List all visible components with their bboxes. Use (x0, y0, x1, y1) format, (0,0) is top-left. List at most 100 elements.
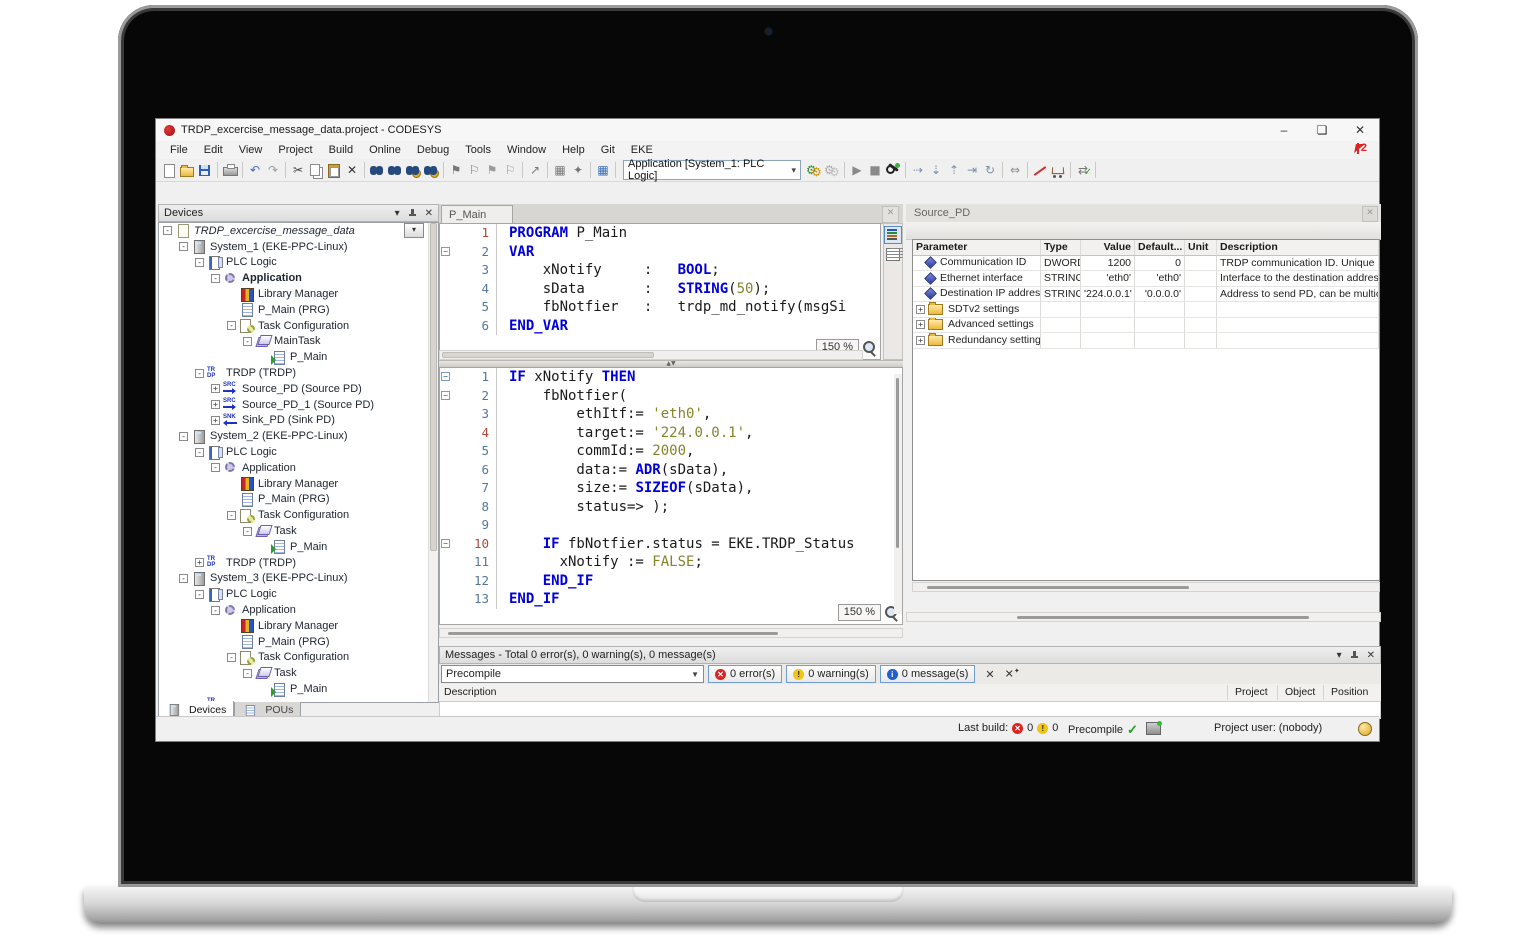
zoom-magnifier-icon[interactable] (862, 340, 877, 355)
implementation-hscrollbar[interactable] (439, 628, 903, 638)
code-line[interactable]: 5 commId:= 2000, (440, 442, 902, 461)
step-out-icon[interactable]: ⇡ (946, 163, 962, 178)
tree-item-application[interactable]: -Application (159, 460, 438, 476)
code-line[interactable]: −2VAR (440, 243, 880, 262)
editor-tab-close-icon[interactable]: ✕ (882, 206, 899, 223)
tree-item-plc-logic[interactable]: -PLC Logic (159, 586, 438, 602)
row-expander[interactable]: + (916, 336, 925, 345)
tree-expander[interactable]: + (195, 558, 204, 567)
tree-item-source-pd-source-pd-[interactable]: +SRCSource_PD (Source PD) (159, 381, 438, 397)
tree-expander[interactable]: - (195, 590, 204, 599)
tree-item-maintask[interactable]: -MainTask (159, 334, 438, 350)
column-header-parameter[interactable]: Parameter (913, 240, 1041, 256)
insert-table-icon[interactable]: ▦ (552, 163, 568, 178)
tab-p-main[interactable]: P_Main (441, 205, 513, 223)
tree-expander[interactable]: - (179, 242, 188, 251)
code-line[interactable]: 8 status=> ); (440, 498, 902, 517)
run-to-line-icon[interactable]: ⇥ (964, 163, 980, 178)
tree-item-task-configuration[interactable]: -Task Configuration (159, 507, 438, 523)
tree-item-system-3-eke-ppc-linux-[interactable]: -System_3 (EKE-PPC-Linux) (159, 571, 438, 587)
code-line[interactable]: −10 IF fbNotfier.status = EKE.TRDP_Statu… (440, 535, 902, 554)
restart-icon[interactable]: ↻ (982, 163, 998, 178)
login-icon[interactable]: ⚙⚙ (806, 163, 822, 178)
notification-badge[interactable]: 2 (1355, 142, 1367, 154)
tree-expander[interactable]: - (227, 653, 236, 662)
source-pd-hscrollbar[interactable] (906, 612, 1381, 622)
gateway-icon[interactable] (1146, 722, 1161, 735)
simulation-icon[interactable] (1032, 163, 1048, 178)
parameter-row-communication-id[interactable]: Communication IDDWORD12000TRDP communica… (913, 256, 1379, 272)
column-header-description[interactable]: Description (1217, 240, 1379, 256)
code-line[interactable]: 3 xNotify : BOOL; (440, 261, 880, 280)
tree-expander[interactable]: - (227, 321, 236, 330)
messages-pin-icon[interactable] (1350, 651, 1359, 660)
tree-expander[interactable]: - (211, 606, 220, 615)
column-header-value[interactable]: Value (1081, 240, 1135, 256)
textual-view-button[interactable] (884, 226, 902, 244)
parameter-table-hscrollbar[interactable] (912, 582, 1380, 592)
tree-item-task[interactable]: -Task (159, 665, 438, 681)
tree-item-task-configuration[interactable]: -Task Configuration (159, 318, 438, 334)
menu-project[interactable]: Project (270, 144, 320, 156)
declaration-editor[interactable]: 150 % 1PROGRAM P_Main−2VAR3 xNotify : BO… (439, 223, 881, 360)
paste-icon[interactable] (326, 163, 342, 178)
new-file-icon[interactable] (161, 163, 177, 178)
profile-globe-icon[interactable] (1358, 722, 1372, 736)
find-icon[interactable] (369, 163, 385, 178)
parameter-row-redundancy-settings[interactable]: +Redundancy settings (913, 333, 1379, 349)
errors-filter-button[interactable]: ✕0 error(s) (708, 665, 782, 683)
messages-filter-button[interactable]: i0 message(s) (880, 665, 976, 683)
tree-item-p-main-prg-[interactable]: P_Main (PRG) (159, 492, 438, 508)
column-header-type[interactable]: Type (1041, 240, 1081, 256)
incremental-search-icon[interactable] (387, 163, 403, 178)
schedule-icon[interactable]: ▦ (595, 163, 611, 178)
clear-messages-icon[interactable]: ✕ (985, 668, 994, 681)
parameter-row-destination-ip-address[interactable]: Destination IP addressSTRING'224.0.0.1''… (913, 287, 1379, 303)
tree-expander[interactable]: + (211, 400, 220, 409)
code-line[interactable]: 13END_IF (440, 590, 902, 609)
step-over-icon[interactable]: ⇢ (910, 163, 926, 178)
tree-expander[interactable]: + (211, 416, 220, 425)
logout-icon[interactable]: ⚙⚙ (824, 163, 840, 178)
tree-expander[interactable]: - (227, 511, 236, 520)
tree-item-sink-pd-sink-pd-[interactable]: +SNKSink_PD (Sink PD) (159, 413, 438, 429)
tree-expander[interactable]: - (243, 669, 252, 678)
maximize-button[interactable]: ❏ (1303, 119, 1341, 141)
tree-expander[interactable]: - (195, 448, 204, 457)
redo-icon[interactable]: ↷ (265, 163, 281, 178)
menu-window[interactable]: Window (499, 144, 554, 156)
tree-item-p-main-prg-[interactable]: P_Main (PRG) (159, 634, 438, 650)
menu-eke[interactable]: EKE (623, 144, 661, 156)
menu-view[interactable]: View (231, 144, 271, 156)
tree-item-source-pd-1-source-pd-[interactable]: +SRCSource_PD_1 (Source PD) (159, 397, 438, 413)
tree-item-plc-logic[interactable]: -PLC Logic (159, 255, 438, 271)
tree-item-p-main[interactable]: P_Main (159, 539, 438, 555)
menu-build[interactable]: Build (321, 144, 361, 156)
code-line[interactable]: 5 fbNotfier : trdp_md_notify(msgSi (440, 298, 880, 317)
menu-edit[interactable]: Edit (196, 144, 231, 156)
tree-item-plc-logic[interactable]: -PLC Logic (159, 444, 438, 460)
implementation-vscrollbar[interactable] (894, 374, 902, 614)
tree-item-trdp-trdp-[interactable]: +TRDPTRDP (TRDP) (159, 555, 438, 571)
bookmark-next-icon[interactable]: ⚑ (484, 163, 500, 178)
refactor-check-icon[interactable]: ⇄✓ (1075, 163, 1091, 178)
code-line[interactable]: 1PROGRAM P_Main (440, 224, 880, 243)
pin-icon[interactable] (408, 209, 417, 218)
message-category-combo[interactable]: Precompile▼ (441, 665, 704, 683)
tree-expander[interactable]: - (211, 274, 220, 283)
code-line[interactable]: −1IF xNotify THEN (440, 368, 902, 387)
code-line[interactable]: 3 ethItf:= 'eth0', (440, 405, 902, 424)
declaration-hscrollbar[interactable] (439, 350, 863, 360)
delete-icon[interactable]: ✕ (344, 163, 360, 178)
source-pd-tab-close-icon[interactable]: ✕ (1362, 206, 1378, 222)
messages-dropdown-icon[interactable]: ▾ (1337, 650, 1342, 661)
code-line[interactable]: 11 xNotify := FALSE; (440, 553, 902, 572)
tree-item-application[interactable]: -Application (159, 602, 438, 618)
tree-item-library-manager[interactable]: Library Manager (159, 618, 438, 634)
copy-icon[interactable] (308, 163, 324, 178)
column-header-default[interactable]: Default... (1135, 240, 1185, 256)
tree-item-p-main-prg-[interactable]: P_Main (PRG) (159, 302, 438, 318)
tree-expander[interactable]: - (211, 463, 220, 472)
panel-dropdown-icon[interactable]: ▾ (395, 208, 400, 219)
print-icon[interactable] (222, 163, 238, 178)
